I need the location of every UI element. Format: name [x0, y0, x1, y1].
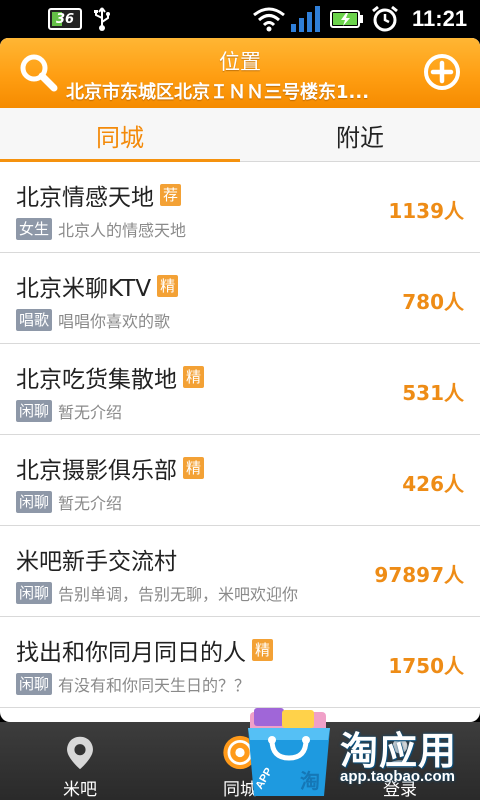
status-bar: 36 11:21 — [0, 0, 480, 38]
wifi-icon — [252, 0, 286, 38]
room-name: 北京米聊KTV — [16, 276, 152, 302]
room-description: 有没有和你同天生日的？？ — [58, 676, 251, 695]
tab-bar: 同城 附近 — [0, 108, 480, 162]
room-description: 暂无介绍 — [58, 403, 123, 422]
room-category-badge: 闲聊 — [16, 582, 53, 604]
room-tag-badge: 精 — [157, 275, 179, 297]
room-member-count: 97897人 — [374, 563, 464, 587]
room-member-count: 531人 — [402, 381, 464, 405]
page-title: 位置 — [219, 50, 261, 74]
room-tag-badge: 精 — [252, 639, 274, 661]
tab-nearby[interactable]: 附近 — [240, 108, 480, 162]
room-description: 告别单调，告别无聊，米吧欢迎你 — [58, 585, 299, 604]
room-category-badge: 女生 — [16, 218, 53, 240]
list-item[interactable]: 北京摄影俱乐部精 闲聊 暂无介绍 426人 — [0, 435, 480, 526]
list-item[interactable]: 找出和你同月同日的人精 闲聊 有没有和你同天生日的？？ 1750人 — [0, 617, 480, 708]
list-item[interactable]: 北京吃货集散地精 闲聊 暂无介绍 531人 — [0, 344, 480, 435]
add-circle-icon[interactable] — [422, 52, 462, 92]
list-item[interactable]: 北京米聊KTV 精 唱歌 唱唱你喜欢的歌 780人 — [0, 253, 480, 344]
list-item[interactable]: 米吧新手交流村 闲聊 告别单调，告别无聊，米吧欢迎你 97897人 — [0, 526, 480, 617]
battery-charging-icon — [330, 0, 364, 38]
room-member-count: 780人 — [402, 290, 464, 314]
room-description: 暂无介绍 — [58, 494, 123, 513]
room-description: 唱唱你喜欢的歌 — [58, 312, 171, 331]
room-name: 找出和你同月同日的人 — [16, 640, 246, 666]
room-name: 北京吃货集散地 — [16, 367, 177, 393]
usb-icon — [92, 0, 112, 38]
room-tag-badge: 荐 — [160, 184, 182, 206]
current-address[interactable]: 北京市东城区北京ＩＮＮ三号楼东1... — [66, 78, 416, 104]
location-pin-icon — [67, 736, 93, 770]
room-list: 北京情感天地荐 女生 北京人的情感天地 1139人 北京米聊KTV 精 唱歌 唱唱你喜… — [0, 162, 480, 708]
small-battery-indicator: 36 — [48, 0, 82, 38]
nav-item-mibar[interactable]: 米吧 — [0, 722, 160, 800]
shopping-bag-icon: APP 淘 — [248, 708, 330, 796]
list-item[interactable]: 北京情感天地荐 女生 北京人的情感天地 1139人 — [0, 162, 480, 253]
room-member-count: 1139人 — [388, 199, 464, 223]
bag-char-text: 淘 — [300, 769, 320, 793]
search-icon[interactable] — [18, 52, 58, 92]
room-member-count: 1750人 — [388, 654, 464, 678]
watermark-title: 淘应用 — [340, 729, 458, 773]
room-name: 米吧新手交流村 — [16, 549, 177, 575]
clock-time: 11:21 — [412, 6, 468, 31]
tab-city[interactable]: 同城 — [0, 108, 240, 162]
room-tag-badge: 精 — [183, 457, 205, 479]
room-description: 北京人的情感天地 — [58, 221, 187, 240]
room-category-badge: 闲聊 — [16, 673, 53, 695]
app-panel: 位置 北京市东城区北京ＩＮＮ三号楼东1... 同城 附近 北京情感天地荐 女生北… — [0, 38, 480, 722]
battery-level-text: 36 — [55, 11, 75, 27]
room-category-badge: 闲聊 — [16, 491, 53, 513]
taobao-app-watermark: APP 淘 淘应用 app.taobao.com — [244, 706, 480, 800]
room-name: 北京情感天地 — [16, 185, 154, 211]
room-category-badge: 闲聊 — [16, 400, 53, 422]
watermark-url: app.taobao.com — [340, 768, 456, 785]
room-category-badge: 唱歌 — [16, 309, 53, 331]
alarm-icon — [370, 0, 400, 38]
header-bar: 位置 北京市东城区北京ＩＮＮ三号楼东1... — [0, 38, 480, 108]
signal-icon — [290, 0, 322, 38]
nav-label: 米吧 — [63, 780, 97, 800]
room-tag-badge: 精 — [183, 366, 205, 388]
room-member-count: 426人 — [402, 472, 464, 496]
room-name: 北京摄影俱乐部 — [16, 458, 177, 484]
